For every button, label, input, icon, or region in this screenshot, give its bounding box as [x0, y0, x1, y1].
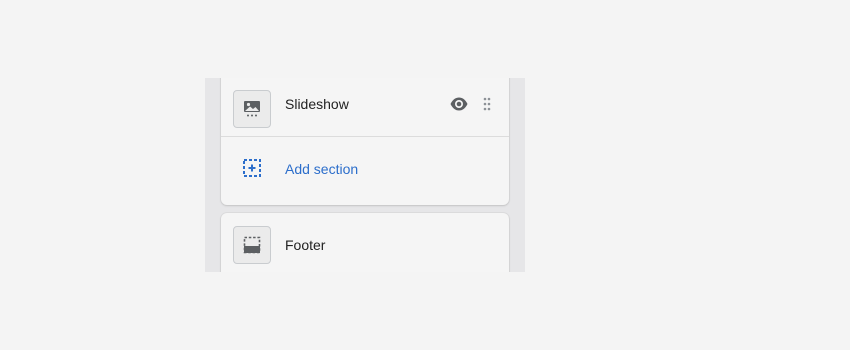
- drag-handle-icon[interactable]: [481, 95, 493, 113]
- sections-card: Slideshow Add section: [221, 78, 509, 205]
- slideshow-thumbnail: [233, 90, 271, 128]
- add-section-row[interactable]: Add section: [221, 136, 509, 201]
- add-section-link[interactable]: Add section: [285, 161, 358, 177]
- section-label-slideshow: Slideshow: [285, 96, 349, 112]
- section-row-footer[interactable]: Footer: [221, 213, 509, 272]
- footer-icon: [243, 236, 261, 254]
- section-label-footer: Footer: [285, 237, 326, 253]
- section-row-slideshow[interactable]: Slideshow: [221, 78, 509, 136]
- sections-panel: Slideshow Add section Footer: [205, 78, 525, 272]
- footer-card: Footer: [221, 213, 509, 272]
- eye-icon[interactable]: [449, 94, 469, 114]
- add-section-icon[interactable]: [242, 158, 262, 178]
- image-icon: [244, 101, 260, 117]
- footer-thumbnail: [233, 226, 271, 264]
